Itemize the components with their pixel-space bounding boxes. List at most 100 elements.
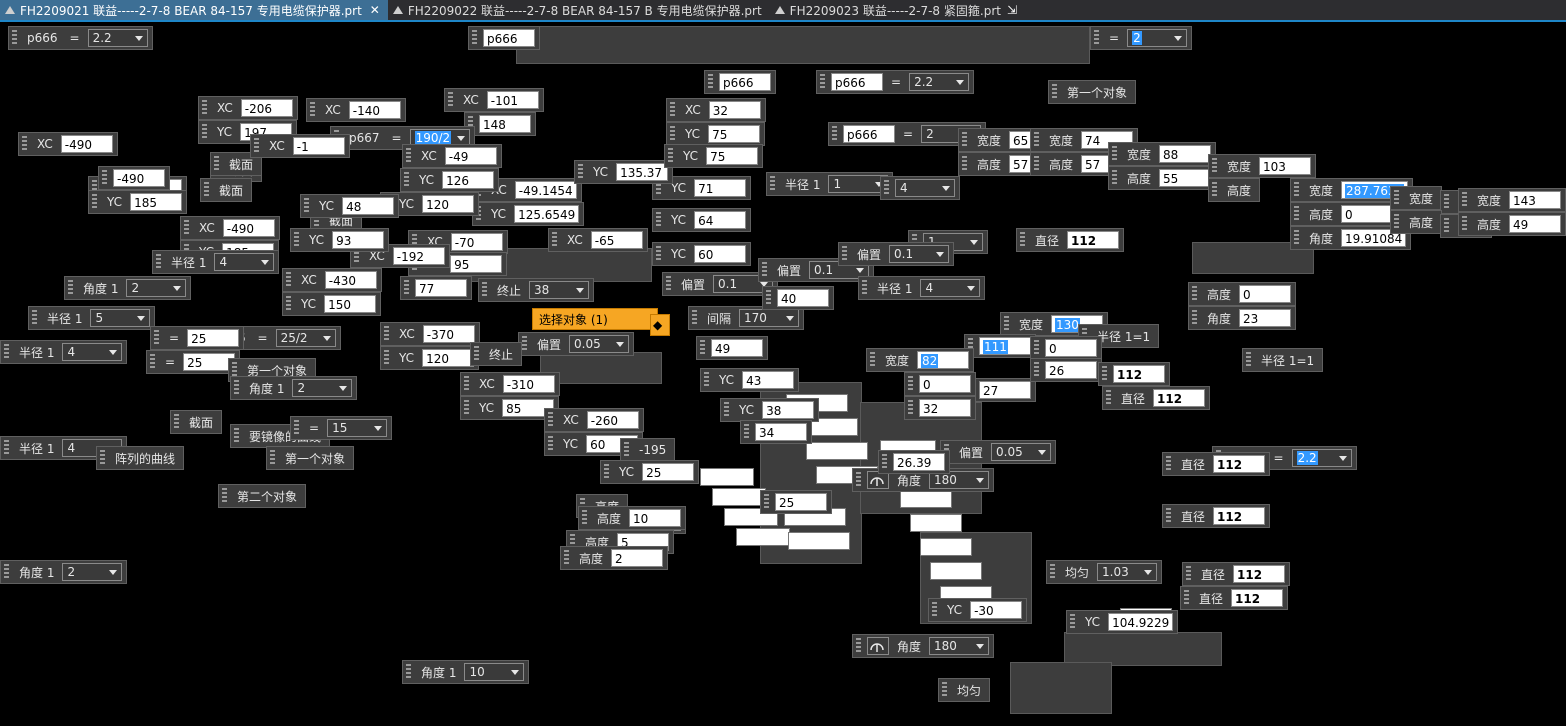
- floating-parameter-dialog[interactable]: 半径 1 4: [858, 276, 986, 300]
- parameter-value-field[interactable]: 27: [979, 381, 1031, 399]
- parameter-value-field[interactable]: 111: [979, 337, 1031, 355]
- floating-parameter-dialog[interactable]: -490: [98, 166, 170, 190]
- parameter-value-field[interactable]: 112: [1067, 231, 1120, 249]
- floating-parameter-dialog[interactable]: YC 60: [652, 242, 752, 266]
- floating-parameter-dialog[interactable]: XC 32: [666, 98, 766, 122]
- floating-parameter-dialog[interactable]: = 25: [146, 350, 241, 374]
- parameter-value-field[interactable]: 55: [1159, 169, 1212, 187]
- floating-parameter-dialog[interactable]: XC -140: [306, 98, 406, 122]
- floating-parameter-dialog[interactable]: XC -490: [180, 216, 280, 240]
- floating-parameter-dialog[interactable]: YC 150: [282, 292, 382, 316]
- parameter-value-field[interactable]: 60: [694, 245, 747, 263]
- parameter-dropdown[interactable]: 4: [62, 343, 123, 361]
- floating-parameter-dialog[interactable]: 宽度 143: [1457, 188, 1566, 212]
- parameter-value-field[interactable]: 48: [342, 197, 395, 215]
- floating-parameter-dialog[interactable]: 高度: [1208, 178, 1261, 202]
- parameter-value-field[interactable]: p666: [719, 73, 771, 91]
- floating-parameter-dialog[interactable]: 均匀: [938, 678, 991, 702]
- parameter-dropdown[interactable]: 0.1: [889, 245, 950, 263]
- parameter-value-field[interactable]: 25: [775, 493, 827, 511]
- floating-parameter-dialog[interactable]: 宽度 88: [1108, 142, 1217, 166]
- select-icon[interactable]: ◆: [650, 314, 670, 336]
- parameter-value-field[interactable]: 112: [1213, 507, 1266, 525]
- parameter-dropdown[interactable]: 15: [327, 419, 388, 437]
- floating-parameter-dialog[interactable]: 截面: [170, 410, 223, 434]
- parameter-dropdown[interactable]: 2: [292, 379, 353, 397]
- parameter-dropdown[interactable]: 2.2: [1291, 449, 1352, 467]
- floating-parameter-dialog[interactable]: 偏置 0.05: [940, 440, 1057, 464]
- parameter-dropdown[interactable]: 38: [529, 281, 590, 299]
- floating-parameter-dialog[interactable]: 均匀 1.03: [1046, 560, 1163, 584]
- floating-parameter-dialog[interactable]: YC 75: [664, 144, 764, 168]
- floating-parameter-dialog[interactable]: 第一个对象: [1048, 80, 1137, 104]
- floating-parameter-dialog[interactable]: 角度 1 2: [64, 276, 192, 300]
- floating-parameter-dialog[interactable]: YC 43: [700, 368, 800, 392]
- parameter-value-field[interactable]: -1: [292, 137, 345, 155]
- graphics-window[interactable]: 选择对象 (1) ◆ p666 = 2.2 p666 = 2 p666 p666 = 2.2 第一个…: [0, 22, 1566, 726]
- parameter-value-field[interactable]: -49: [444, 147, 497, 165]
- floating-parameter-dialog[interactable]: 直径 112: [1162, 504, 1271, 528]
- floating-parameter-dialog[interactable]: 角度 1 2: [230, 376, 358, 400]
- floating-parameter-dialog[interactable]: 高度 10: [578, 506, 687, 530]
- floating-parameter-dialog[interactable]: YC -30: [928, 598, 1028, 622]
- parameter-value-field[interactable]: 0: [919, 375, 971, 393]
- parameter-dropdown[interactable]: 180: [929, 637, 990, 655]
- floating-parameter-dialog[interactable]: YC 135.37: [574, 160, 674, 184]
- parameter-dropdown[interactable]: 4: [920, 279, 981, 297]
- floating-parameter-dialog[interactable]: XC -206: [198, 96, 298, 120]
- parameter-dropdown[interactable]: 2.2: [87, 29, 148, 47]
- parameter-value-field[interactable]: 112: [1113, 365, 1165, 383]
- floating-parameter-dialog[interactable]: XC -260: [544, 408, 644, 432]
- parameter-value-field[interactable]: 112: [1153, 389, 1206, 407]
- floating-parameter-dialog[interactable]: p666 = 2.2: [8, 26, 153, 50]
- parameter-value-field[interactable]: 0: [1045, 339, 1097, 357]
- floating-parameter-dialog[interactable]: 半径 1 5: [28, 306, 156, 330]
- parameter-dropdown[interactable]: 2: [126, 279, 187, 297]
- floating-parameter-dialog[interactable]: 26: [1030, 358, 1102, 382]
- floating-parameter-dialog[interactable]: 77: [400, 276, 472, 300]
- floating-parameter-dialog[interactable]: 26.39: [878, 450, 950, 474]
- parameter-value-field[interactable]: 93: [332, 231, 385, 249]
- floating-parameter-dialog[interactable]: 偏置 0.1: [838, 242, 955, 266]
- tab-fh2209023[interactable]: FH2209023 联益-----2-7-8 紧固箍.prt ⇲: [770, 0, 1025, 20]
- floating-parameter-dialog[interactable]: YC 64: [652, 208, 752, 232]
- parameter-value-field[interactable]: 112: [1233, 565, 1286, 583]
- parameter-value-field[interactable]: 143: [1509, 191, 1561, 209]
- parameter-value-field[interactable]: 77: [415, 279, 467, 297]
- floating-parameter-dialog[interactable]: 34: [740, 420, 812, 444]
- parameter-value-field[interactable]: 95: [450, 255, 503, 273]
- floating-parameter-dialog[interactable]: YC 48: [300, 194, 400, 218]
- parameter-value-field[interactable]: 10: [629, 509, 682, 527]
- parameter-value-field[interactable]: 148: [479, 115, 531, 133]
- parameter-value-field[interactable]: 88: [1159, 145, 1212, 163]
- parameter-value-field[interactable]: p666: [483, 29, 535, 47]
- parameter-value-field[interactable]: 25: [187, 329, 240, 347]
- floating-parameter-dialog[interactable]: 宽度 103: [1208, 154, 1317, 178]
- floating-parameter-dialog[interactable]: 半径 1 4: [0, 340, 128, 364]
- parameter-dropdown[interactable]: 25/2: [275, 329, 336, 347]
- floating-parameter-dialog[interactable]: YC 120: [380, 346, 480, 370]
- parameter-value-field[interactable]: 43: [742, 371, 795, 389]
- parameter-value-field[interactable]: 82: [917, 351, 970, 369]
- parameter-value-field[interactable]: 49: [1509, 215, 1561, 233]
- parameter-value-field[interactable]: 38: [762, 401, 815, 419]
- parameter-value-field[interactable]: -430: [324, 271, 377, 289]
- parameter-dropdown[interactable]: 170: [739, 309, 800, 327]
- parameter-dropdown[interactable]: 0.05: [991, 443, 1052, 461]
- floating-parameter-dialog[interactable]: 直径 112: [1102, 386, 1211, 410]
- parameter-value-field[interactable]: 150: [324, 295, 377, 313]
- parameter-value-field[interactable]: -70: [450, 233, 503, 251]
- floating-parameter-dialog[interactable]: XC -101: [444, 88, 544, 112]
- parameter-value-field[interactable]: 120: [422, 195, 475, 213]
- floating-parameter-dialog[interactable]: 32: [904, 396, 976, 420]
- floating-parameter-dialog[interactable]: 宽度 82: [866, 348, 975, 372]
- parameter-value-field[interactable]: -140: [348, 101, 401, 119]
- close-icon[interactable]: ✕: [370, 3, 380, 17]
- floating-parameter-dialog[interactable]: 直径 112: [1016, 228, 1125, 252]
- parameter-value-field[interactable]: p666: [831, 73, 883, 91]
- parameter-value-field[interactable]: -310: [502, 375, 555, 393]
- floating-parameter-dialog[interactable]: 25: [760, 490, 832, 514]
- floating-parameter-dialog[interactable]: 高度 0: [1188, 282, 1297, 306]
- floating-parameter-dialog[interactable]: = 15: [290, 416, 393, 440]
- parameter-value-field[interactable]: 64: [694, 211, 747, 229]
